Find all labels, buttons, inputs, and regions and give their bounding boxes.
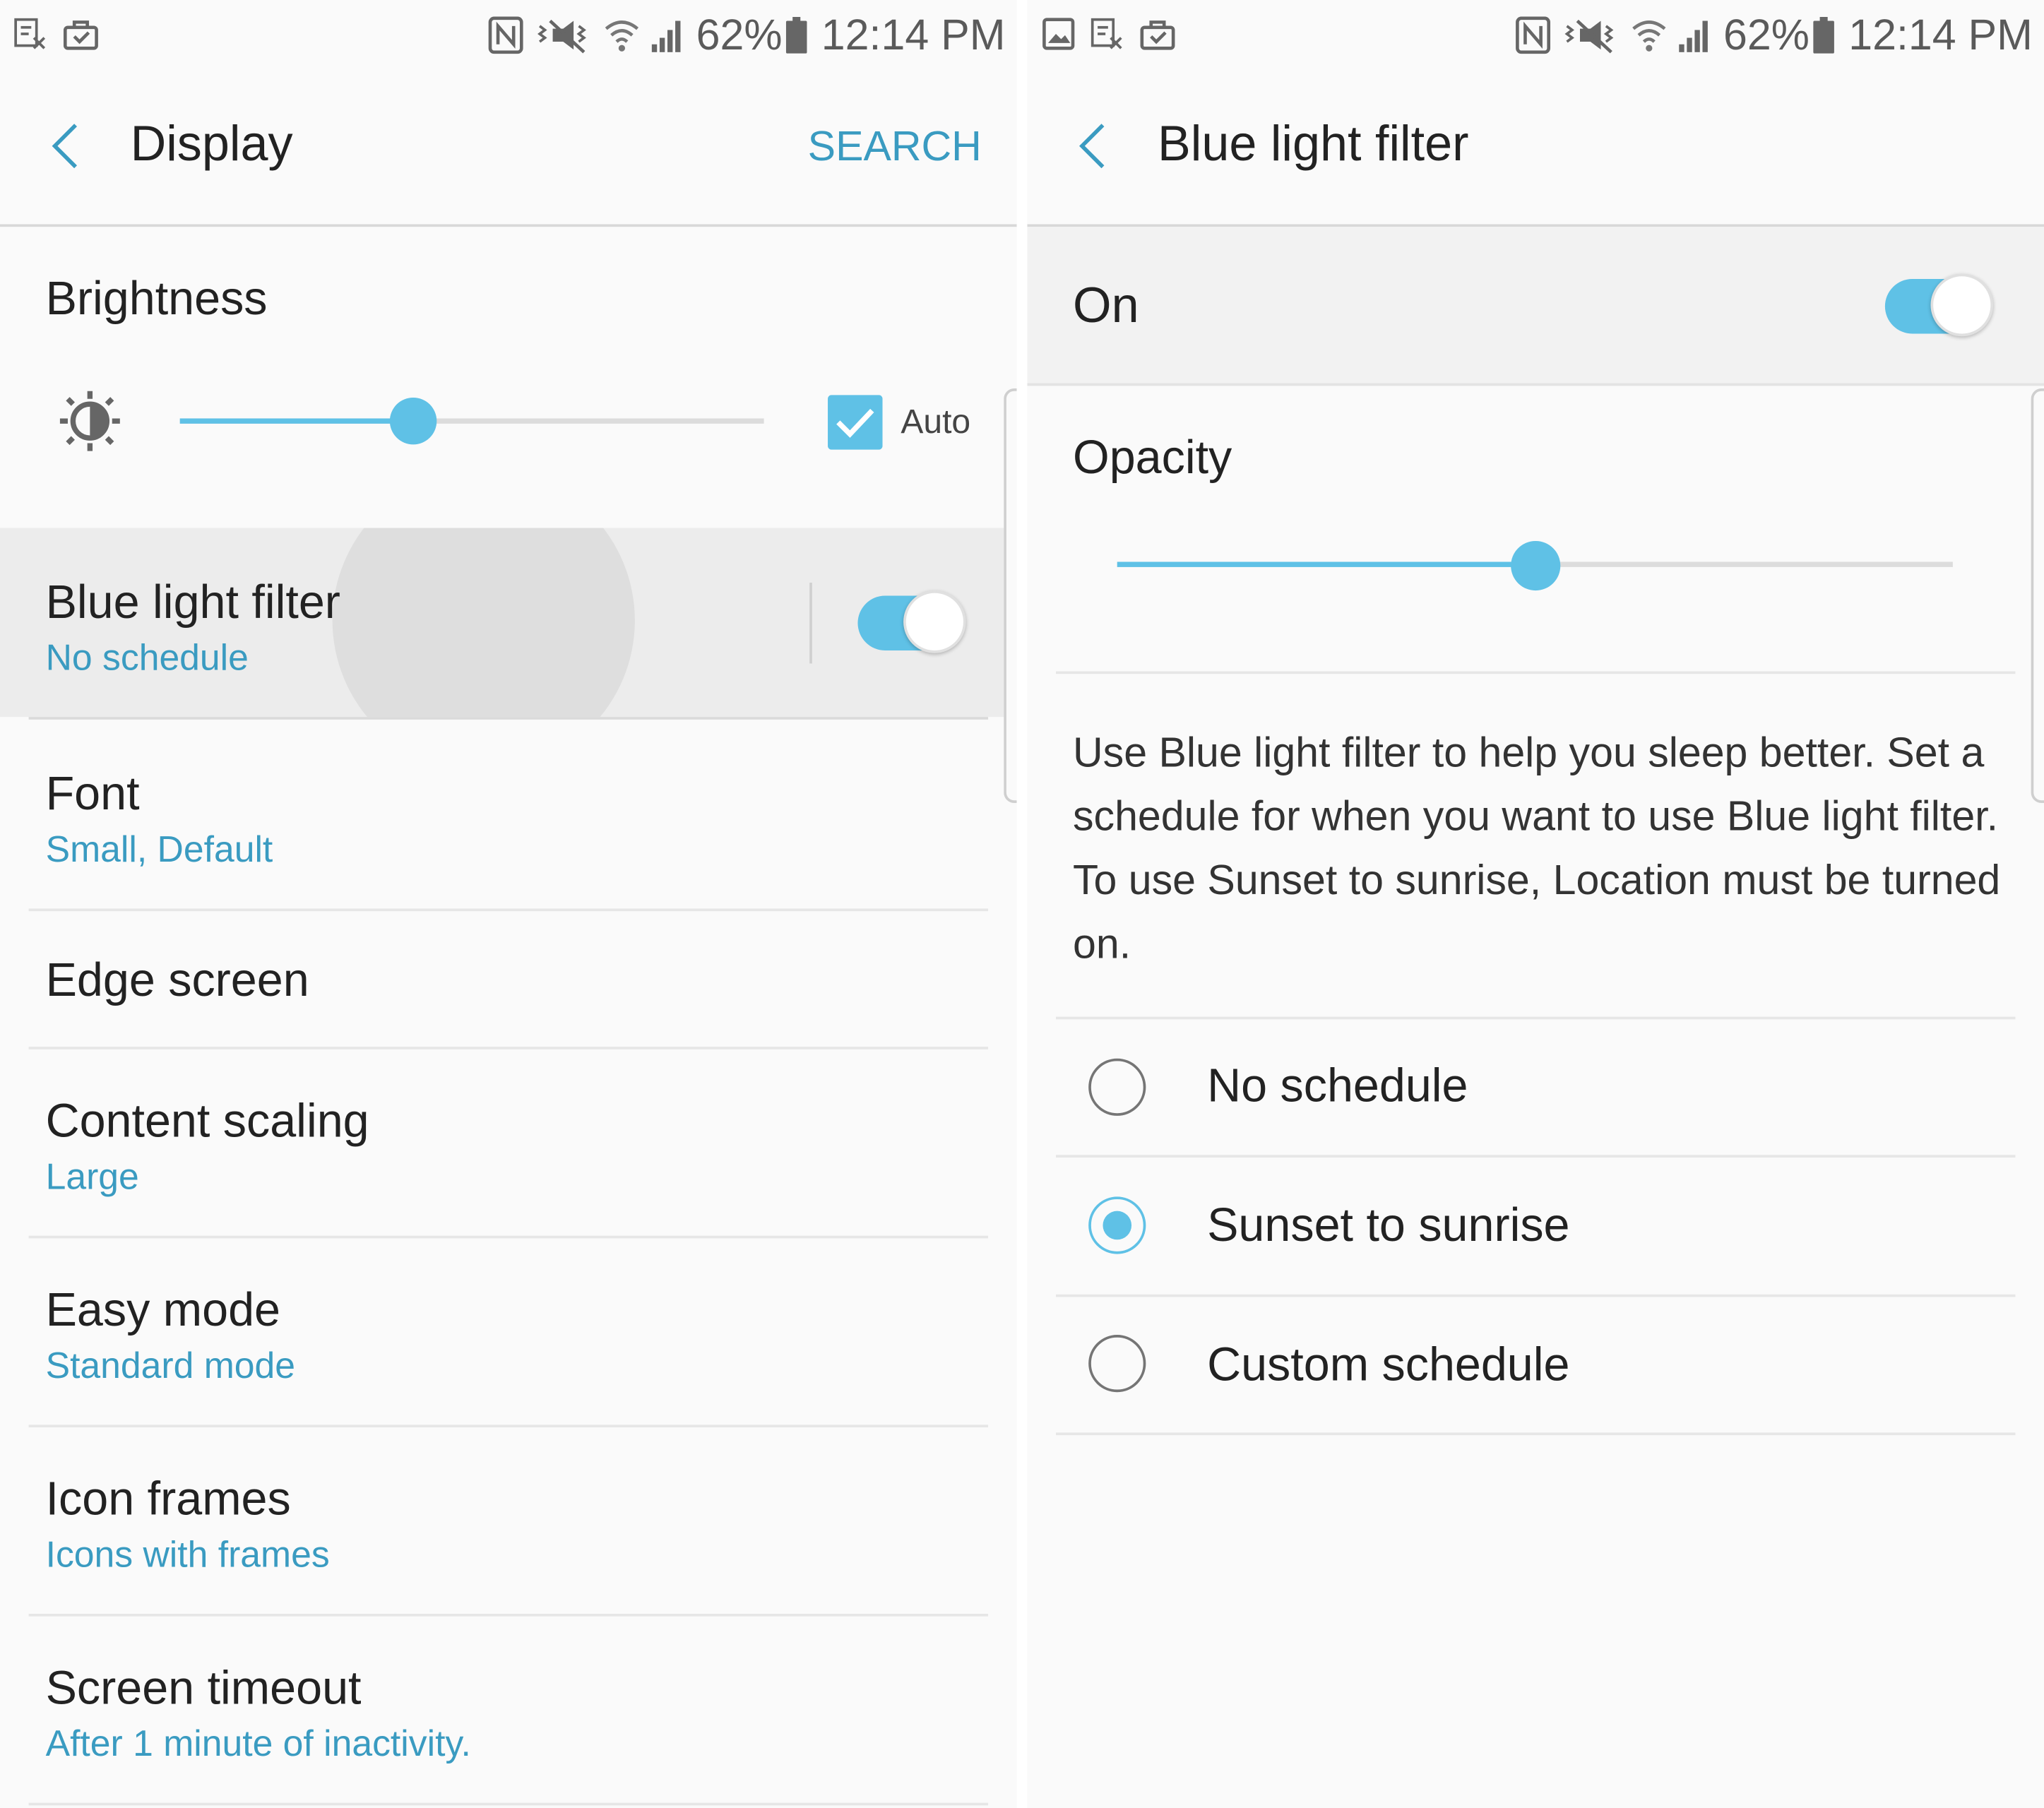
back-icon[interactable] <box>1074 120 1108 172</box>
divider <box>1056 671 2016 674</box>
vibrate-mute-icon <box>537 19 586 54</box>
signal-icon <box>651 20 681 52</box>
screen-timeout-row[interactable]: Screen timeout After 1 minute of inactiv… <box>0 1617 1017 1803</box>
touch-ripple <box>332 528 635 718</box>
brightness-title: Brightness <box>45 270 268 325</box>
search-button[interactable]: SEARCH <box>808 122 982 170</box>
screenshot-notification-icon <box>1091 18 1122 49</box>
content-scaling-subtitle: Large <box>45 1156 139 1197</box>
font-title: Font <box>45 766 140 820</box>
battery-icon <box>785 16 807 54</box>
clock: 12:14 PM <box>1848 10 2033 59</box>
battery-icon <box>1813 16 1834 54</box>
brightness-slider-thumb[interactable] <box>389 397 437 445</box>
nfc-icon <box>488 16 523 54</box>
briefcase-icon <box>1140 20 1175 50</box>
easy-mode-title: Easy mode <box>45 1283 280 1336</box>
divider <box>1056 1432 2016 1436</box>
blue-light-filter-subtitle: No schedule <box>45 637 249 678</box>
vertical-divider <box>809 583 812 664</box>
font-row[interactable]: Font Small, Default <box>0 720 1017 909</box>
screen-timeout-subtitle: After 1 minute of inactivity. <box>45 1723 471 1764</box>
clock: 12:14 PM <box>821 10 1006 59</box>
icon-frames-subtitle: Icons with frames <box>45 1534 330 1575</box>
battery-percent: 62% <box>696 10 783 59</box>
content-area: Opacity Use Blue light filter to help yo… <box>1027 386 2044 1808</box>
edge-screen-row[interactable]: Edge screen <box>0 911 1017 1047</box>
content-scaling-title: Content scaling <box>45 1093 369 1148</box>
brightness-icon <box>59 391 120 451</box>
easy-mode-subtitle: Standard mode <box>45 1345 295 1386</box>
opacity-slider-fill <box>1117 561 1536 567</box>
radio-button[interactable] <box>1088 1196 1146 1254</box>
screenshot-root: 62% 12:14 PM Display SEARCH Brightness A… <box>0 0 2044 1808</box>
status-bar: 62% 12:14 PM <box>1027 0 2044 68</box>
page-title: Display <box>130 117 293 172</box>
schedule-option-no-schedule[interactable]: No schedule <box>1027 1019 2044 1155</box>
schedule-option-label: Sunset to sunrise <box>1207 1198 1570 1251</box>
master-switch-label: On <box>1073 278 1139 334</box>
radio-button[interactable] <box>1088 1058 1146 1116</box>
display-screen: 62% 12:14 PM Display SEARCH Brightness A… <box>0 0 1017 1808</box>
wifi-icon <box>605 20 639 52</box>
edge-panel-handle[interactable] <box>1004 388 1017 803</box>
blue-light-filter-row[interactable]: Blue light filter No schedule <box>0 528 1004 718</box>
page-title: Blue light filter <box>1157 117 1469 172</box>
back-icon[interactable] <box>47 120 81 172</box>
signal-icon <box>1679 20 1708 52</box>
content-scaling-row[interactable]: Content scaling Large <box>0 1049 1017 1236</box>
schedule-option-custom-schedule[interactable]: Custom schedule <box>1027 1297 2044 1432</box>
edge-panel-handle[interactable] <box>2031 388 2044 803</box>
schedule-option-sunset-to-sunrise[interactable]: Sunset to sunrise <box>1027 1158 2044 1295</box>
wifi-icon <box>1632 20 1666 52</box>
screen-timeout-title: Screen timeout <box>45 1660 362 1715</box>
blue-light-filter-title: Blue light filter <box>45 574 340 629</box>
vibrate-mute-icon <box>1564 19 1614 54</box>
app-bar: Blue light filter <box>1027 68 2044 227</box>
divider <box>28 1802 989 1806</box>
radio-button[interactable] <box>1088 1334 1146 1393</box>
image-icon <box>1042 18 1075 50</box>
edge-screen-title: Edge screen <box>45 953 309 1006</box>
master-switch-row[interactable]: On <box>1027 227 2044 386</box>
panel-divider <box>1016 0 1028 1808</box>
opacity-title: Opacity <box>1073 430 1232 484</box>
icon-frames-row[interactable]: Icon frames Icons with frames <box>0 1427 1017 1614</box>
screenshot-notification-icon <box>14 18 46 49</box>
brightness-section: Brightness Auto <box>0 227 1017 527</box>
blue-light-filter-toggle-knob <box>903 590 966 653</box>
status-bar: 62% 12:14 PM <box>0 0 1017 68</box>
easy-mode-row[interactable]: Easy mode Standard mode <box>0 1238 1017 1425</box>
schedule-option-label: Custom schedule <box>1207 1337 1570 1391</box>
font-subtitle: Small, Default <box>45 828 273 870</box>
nfc-icon <box>1516 16 1550 54</box>
auto-checkbox[interactable] <box>828 395 883 450</box>
description-text: Use Blue light filter to help you sleep … <box>1073 728 2001 968</box>
battery-percent: 62% <box>1723 10 1810 59</box>
auto-label: Auto <box>901 401 971 441</box>
blue-light-filter-screen: 62% 12:14 PM Blue light filter On Opacit… <box>1027 0 2044 1808</box>
master-switch-toggle-knob <box>1930 273 1994 337</box>
icon-frames-title: Icon frames <box>45 1471 291 1526</box>
schedule-option-label: No schedule <box>1207 1058 1468 1112</box>
app-bar: Display SEARCH <box>0 68 1017 227</box>
brightness-slider-fill <box>179 418 414 424</box>
briefcase-icon <box>63 20 98 50</box>
opacity-slider-thumb[interactable] <box>1511 540 1561 591</box>
